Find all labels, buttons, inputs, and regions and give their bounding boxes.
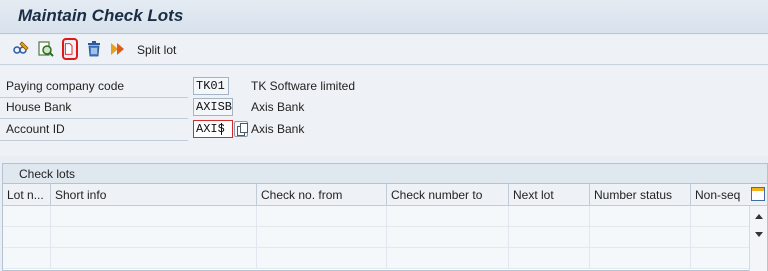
house-bank-field[interactable]: AXISB [193,98,233,116]
account-id-label: Account ID [6,122,65,136]
account-id-field[interactable]: AXIS [193,120,233,138]
house-bank-description: Axis Bank [251,100,305,114]
house-bank-label: House Bank [6,100,72,114]
toolbar: Split lot [0,35,768,65]
column-header-non-seq[interactable]: Non-seq [691,184,749,206]
check-lots-table: Check lots Lot n... Short info Check no.… [2,163,768,271]
paying-company-code-description: TK Software limited [251,79,356,93]
selection-form: Paying company code TK01 TK Software lim… [0,66,768,156]
house-bank-row: House Bank AXISB Axis Bank [0,97,500,119]
table-row[interactable] [3,227,751,248]
create-doc-icon[interactable] [62,38,78,60]
split-icon[interactable] [109,40,127,58]
table-body [3,206,751,271]
display-change-icon[interactable] [12,40,30,58]
table-caption: Check lots [3,164,767,184]
column-header-number-status[interactable]: Number status [590,184,691,206]
find-doc-icon[interactable] [37,40,55,58]
column-header-check-no-from[interactable]: Check no. from [257,184,387,206]
page-title: Maintain Check Lots [18,6,184,25]
text-cursor [221,123,222,135]
title-bar: Maintain Check Lots [0,0,768,34]
account-id-row: Account ID AXIS Axis Bank [0,119,500,141]
vertical-scrollbar[interactable] [749,206,767,271]
scroll-down-icon[interactable] [755,232,763,237]
table-row[interactable] [3,206,751,227]
account-id-description: Axis Bank [251,122,305,136]
label-underline [0,140,188,141]
paying-company-code-row: Paying company code TK01 TK Software lim… [0,76,500,98]
delete-icon[interactable] [85,40,103,58]
table-header: Lot n... Short info Check no. from Check… [3,184,767,206]
column-header-short-info[interactable]: Short info [51,184,257,206]
column-settings-icon[interactable] [751,187,765,201]
column-header-next-lot[interactable]: Next lot [509,184,590,206]
column-header-lot-number[interactable]: Lot n... [3,184,51,206]
paying-company-code-field[interactable]: TK01 [193,77,229,95]
split-lot-button[interactable]: Split lot [137,43,176,57]
scroll-up-icon[interactable] [755,214,763,219]
paying-company-code-label: Paying company code [6,79,125,93]
table-row[interactable] [3,248,751,269]
value-help-icon[interactable] [234,121,248,137]
column-header-check-number-to[interactable]: Check number to [387,184,509,206]
